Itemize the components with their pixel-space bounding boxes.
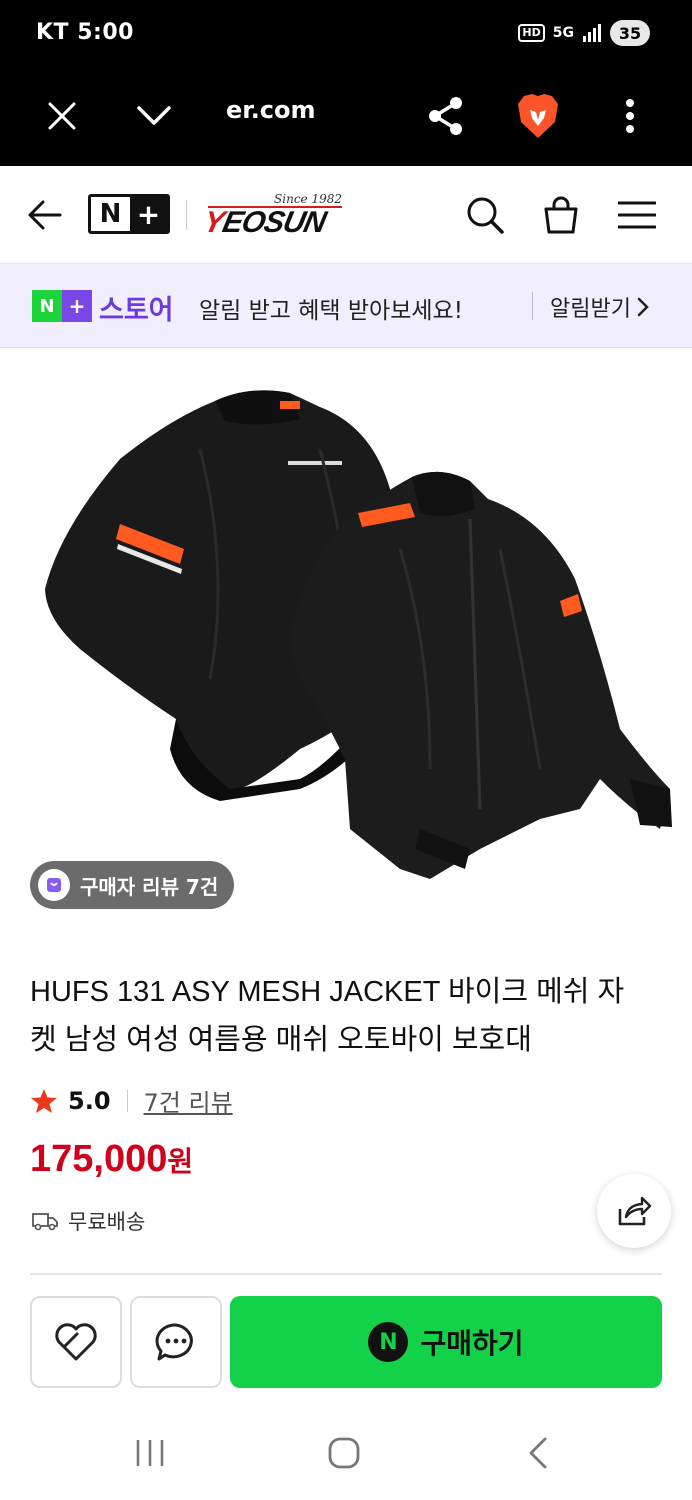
cta-label: 알림받기 (550, 297, 631, 322)
status-icons: HD 5G 35 (518, 20, 650, 46)
jacket-front-view (291, 471, 672, 879)
carrier-time: KT 5:00 (36, 20, 134, 45)
brave-shields-button[interactable] (512, 90, 564, 142)
close-icon (48, 102, 76, 130)
share-product-button[interactable] (597, 1174, 671, 1248)
brand-logo[interactable]: Since 1982 YEOSUN (201, 192, 344, 239)
back-chevron-icon (529, 1437, 547, 1469)
section-divider (30, 1273, 662, 1275)
site-header: N + Since 1982 YEOSUN (0, 166, 692, 264)
rating-row: 5.0 7건 리뷰 (30, 1083, 233, 1118)
store-promo-banner[interactable]: N + 스토어 알림 받고 혜택 받아보세요! 알림받기 (0, 264, 692, 348)
mesh-jacket-image (45, 390, 672, 879)
product-price: 175,000원 (30, 1138, 193, 1181)
rating-score: 5.0 (68, 1086, 111, 1115)
rating-separator (126, 1089, 128, 1112)
system-navigation-bar (0, 1406, 692, 1500)
hd-indicator: HD (518, 24, 545, 42)
network-indicator: 5G (552, 25, 574, 41)
home-button[interactable] (314, 1430, 374, 1476)
status-bar: KT 5:00 HD 5G 35 (0, 0, 692, 66)
back-button[interactable] (20, 190, 70, 240)
truck-icon (32, 1213, 58, 1231)
logo-n: N (91, 197, 130, 231)
wishlist-button[interactable] (30, 1296, 122, 1388)
review-count-link[interactable]: 7건 리뷰 (144, 1083, 233, 1118)
chevron-down-icon (137, 106, 171, 125)
menu-button[interactable] (612, 190, 662, 240)
shopping-bag-icon (544, 196, 578, 234)
naver-pay-n-icon: N (368, 1322, 409, 1362)
chevron-right-icon (637, 297, 649, 317)
shipping-info: 무료배송 (32, 1206, 145, 1236)
hamburger-icon (618, 201, 656, 229)
brand-since: Since 1982 (274, 192, 342, 206)
price-unit: 원 (167, 1145, 194, 1178)
url-display[interactable]: er.com (226, 96, 316, 124)
review-pill-label: 구매자 리뷰 7건 (80, 874, 219, 899)
bottom-action-bar: N 구매하기 (0, 1276, 692, 1406)
promo-message: 알림 받고 혜택 받아보세요! (199, 298, 463, 324)
browser-toolbar: er.com (0, 66, 692, 166)
badge-plus: + (62, 290, 92, 322)
battery-indicator: 35 (610, 20, 650, 46)
browser-menu-button[interactable] (604, 90, 656, 142)
review-icon (38, 869, 70, 901)
close-tab-button[interactable] (36, 90, 88, 142)
naver-plus-logo[interactable]: N + (88, 194, 170, 234)
product-title: HUFS 131 ASY MESH JACKET 바이크 메쉬 자켓 남성 여성… (30, 976, 625, 1056)
share-icon (429, 97, 462, 135)
more-vertical-icon (626, 99, 634, 133)
share-page-button[interactable] (420, 90, 472, 142)
star-icon (31, 1088, 57, 1113)
cart-button[interactable] (536, 190, 586, 240)
promo-separator (532, 292, 533, 320)
buy-button[interactable]: N 구매하기 (230, 1296, 662, 1388)
product-image[interactable] (0, 349, 692, 943)
arrow-left-icon (28, 200, 62, 230)
badge-n: N (32, 290, 62, 322)
header-divider (186, 200, 187, 230)
buyer-review-badge[interactable]: 구매자 리뷰 7건 (30, 861, 235, 909)
price-amount: 175,000 (30, 1138, 168, 1180)
heart-icon (55, 1323, 97, 1361)
buy-label: 구매하기 (420, 1327, 524, 1360)
brave-lion-icon (518, 94, 558, 138)
signal-icon (583, 24, 601, 42)
shipping-label: 무료배송 (68, 1210, 146, 1234)
notification-subscribe-button[interactable]: 알림받기 (550, 291, 649, 323)
store-label: 스토어 (99, 295, 174, 326)
share-out-icon (618, 1196, 652, 1226)
chat-button[interactable] (130, 1296, 222, 1388)
home-icon (328, 1437, 360, 1469)
brand-name-rest: EOSUN (219, 206, 329, 239)
recent-apps-button[interactable] (120, 1430, 180, 1476)
back-nav-button[interactable] (508, 1430, 568, 1476)
naver-plus-badge: N + (32, 290, 92, 322)
collapse-button[interactable] (128, 90, 180, 142)
chat-bubble-icon (155, 1323, 193, 1361)
search-icon (467, 197, 504, 234)
recent-apps-icon (136, 1440, 164, 1466)
search-button[interactable] (460, 190, 510, 240)
logo-plus: + (130, 197, 167, 231)
brand-name: YEOSUN (200, 206, 329, 240)
